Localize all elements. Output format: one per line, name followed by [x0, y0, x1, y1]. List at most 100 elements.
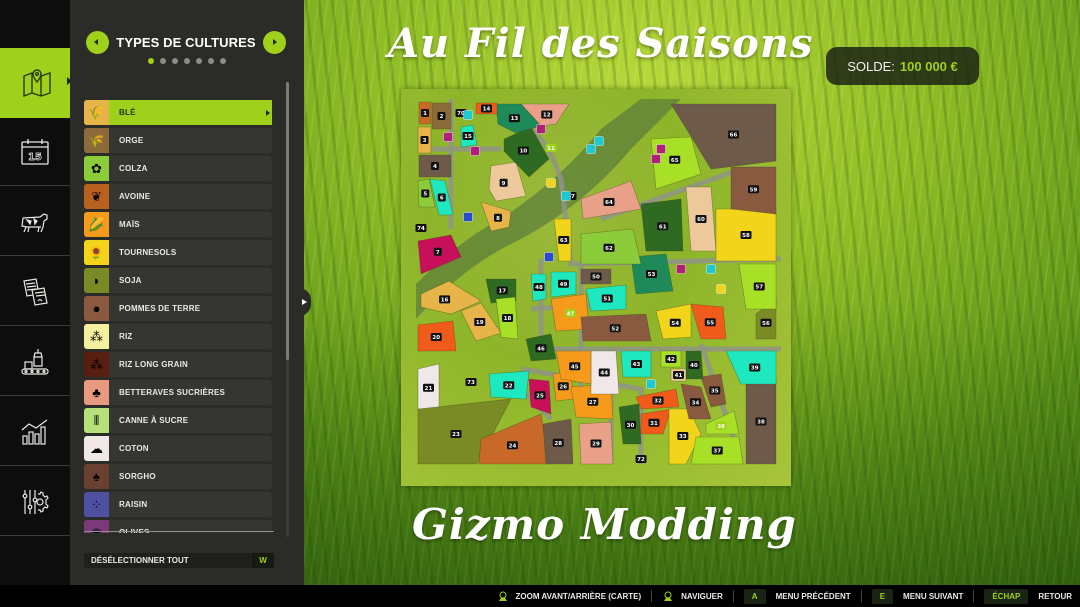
rail-item-production[interactable]	[0, 328, 70, 396]
map-poi-marker[interactable]	[561, 191, 571, 201]
field-number: 59	[750, 187, 758, 193]
crop-list-scrollbar[interactable]	[286, 82, 289, 537]
crop-item[interactable]: 🌾 BLÉ	[84, 100, 272, 125]
hint-key: A	[743, 588, 766, 604]
field-number: 1	[423, 111, 427, 117]
crop-item[interactable]: ⁂ RIZ LONG GRAIN	[84, 352, 272, 377]
gamepad-dpad-icon	[664, 591, 673, 601]
field-number: 64	[605, 200, 613, 206]
next-page-button[interactable]	[263, 31, 286, 54]
map-poi-marker[interactable]	[544, 252, 554, 262]
crop-label: BETTERAVES SUCRIÈRES	[119, 388, 226, 397]
field-number: 38	[757, 420, 765, 426]
rail-item-map[interactable]	[0, 48, 74, 118]
map-poi-marker[interactable]	[646, 379, 656, 389]
hint-zoom-avant-arri-re-carte-[interactable]: ZOOM AVANT/ARRIÈRE (CARTE)	[497, 590, 642, 602]
long-grain-rice-icon: ⁂	[84, 352, 109, 377]
sugarbeet-icon: ♣	[84, 380, 109, 405]
map-poi-marker[interactable]	[706, 264, 716, 274]
crop-item[interactable]: 🌽 MAÏS	[84, 212, 272, 237]
crop-item[interactable]: 🌾 ORGE	[84, 128, 272, 153]
crop-item[interactable]: ◗ SOJA	[84, 268, 272, 293]
map-poi-marker[interactable]	[586, 144, 596, 154]
page-dot[interactable]	[172, 58, 178, 64]
field-number: 17	[498, 289, 506, 295]
map-poi-marker[interactable]	[651, 154, 661, 164]
field-number: 25	[536, 393, 544, 399]
main-menu-rail: 15	[0, 0, 74, 585]
crop-item[interactable]: ⁂ RIZ	[84, 324, 272, 349]
rail-item-settings[interactable]	[0, 468, 70, 536]
map-poi-marker[interactable]	[470, 146, 480, 156]
crop-item[interactable]: 🌻 TOURNESOLS	[84, 240, 272, 265]
map-poi-marker[interactable]	[463, 110, 473, 120]
field-number: 35	[711, 389, 719, 395]
page-dot[interactable]	[220, 58, 226, 64]
hint-separator	[973, 590, 975, 602]
field-number: 56	[762, 321, 770, 327]
hint-retour[interactable]: ÉCHAP RETOUR	[984, 588, 1072, 604]
field-number: 58	[742, 233, 750, 239]
crop-label: RAISIN	[119, 500, 148, 509]
field-number: 48	[535, 285, 543, 291]
soybean-icon: ◗	[84, 268, 109, 293]
hint-menu-suivant[interactable]: E MENU SUIVANT	[871, 588, 963, 604]
map-icon	[23, 69, 51, 98]
list-divider	[84, 531, 274, 532]
page-dot[interactable]	[160, 58, 166, 64]
field-number: 72	[637, 457, 645, 463]
scrollbar-thumb[interactable]	[286, 82, 289, 360]
crop-item[interactable]: ● POMMES DE TERRE	[84, 296, 272, 321]
crop-item[interactable]: ❦ AVOINE	[84, 184, 272, 209]
farm-map[interactable]: 1 2 3 4 5 6 7 8 9 10 11 12 13 14 15 16 17 18 19 20 21 22 23 24 2…	[401, 89, 791, 486]
page-dot[interactable]	[208, 58, 214, 64]
field-number: 42	[667, 357, 675, 363]
map-poi-marker[interactable]	[676, 264, 686, 274]
map-poi-marker[interactable]	[656, 144, 666, 154]
crop-item[interactable]: ✿ COLZA	[84, 156, 272, 181]
field-number: 19	[476, 320, 484, 326]
page-dot[interactable]	[184, 58, 190, 64]
field-number: 46	[537, 346, 545, 352]
crop-item[interactable]: ♣ BETTERAVES SUCRIÈRES	[84, 380, 272, 405]
rail-item-animals[interactable]	[0, 188, 70, 256]
map-poi-marker[interactable]	[716, 284, 726, 294]
field-number: 7	[436, 250, 440, 256]
field-number: 33	[679, 434, 687, 440]
crop-label: SORGHO	[119, 472, 156, 481]
field-number: 45	[571, 364, 579, 370]
map-poi-marker[interactable]	[463, 212, 473, 222]
rail-item-contracts[interactable]	[0, 258, 70, 326]
field-number: 6	[440, 196, 444, 202]
previous-page-button[interactable]	[86, 31, 109, 54]
hint-label: ZOOM AVANT/ARRIÈRE (CARTE)	[515, 591, 642, 601]
hint-separator	[860, 590, 862, 602]
field-number: 13	[511, 116, 519, 122]
map-poi-marker[interactable]	[536, 124, 546, 134]
field-number: 52	[611, 326, 619, 332]
crop-item[interactable]: ⦀ CANNE À SUCRE	[84, 408, 272, 433]
hint-menu-pr-c-dent[interactable]: A MENU PRÉCÉDENT	[743, 588, 851, 604]
oat-icon: ❦	[84, 184, 109, 209]
balance-display: SOLDE: 100 000 €	[826, 47, 979, 85]
deselect-all-button[interactable]: DÉSÉLECTIONNER TOUT W	[84, 553, 274, 568]
map-poi-marker[interactable]	[594, 136, 604, 146]
crop-item[interactable]: ♠ SORGHO	[84, 464, 272, 489]
map-poi-marker[interactable]	[546, 178, 556, 188]
hint-naviguer[interactable]: NAVIGUER	[662, 590, 723, 602]
crop-item[interactable]: ☁ COTON	[84, 436, 272, 461]
page-dot[interactable]	[148, 58, 154, 64]
field-number: 16	[441, 297, 449, 303]
map-poi-marker[interactable]	[443, 132, 453, 142]
crop-item[interactable]: ⁘ RAISIN	[84, 492, 272, 517]
page-dot[interactable]	[196, 58, 202, 64]
field-number: 62	[605, 246, 613, 252]
cotton-icon: ☁	[84, 436, 109, 461]
rail-item-calendar[interactable]: 15	[0, 118, 70, 186]
settings-icon	[22, 489, 49, 514]
rail-item-statistics[interactable]	[0, 398, 70, 466]
panel-title: TYPES DE CULTURES	[116, 35, 256, 50]
field-number: 18	[504, 316, 512, 322]
field-number: 15	[464, 134, 472, 140]
map-canvas[interactable]: 1 2345678910 1112131415161718192021 2223242…	[401, 89, 791, 486]
